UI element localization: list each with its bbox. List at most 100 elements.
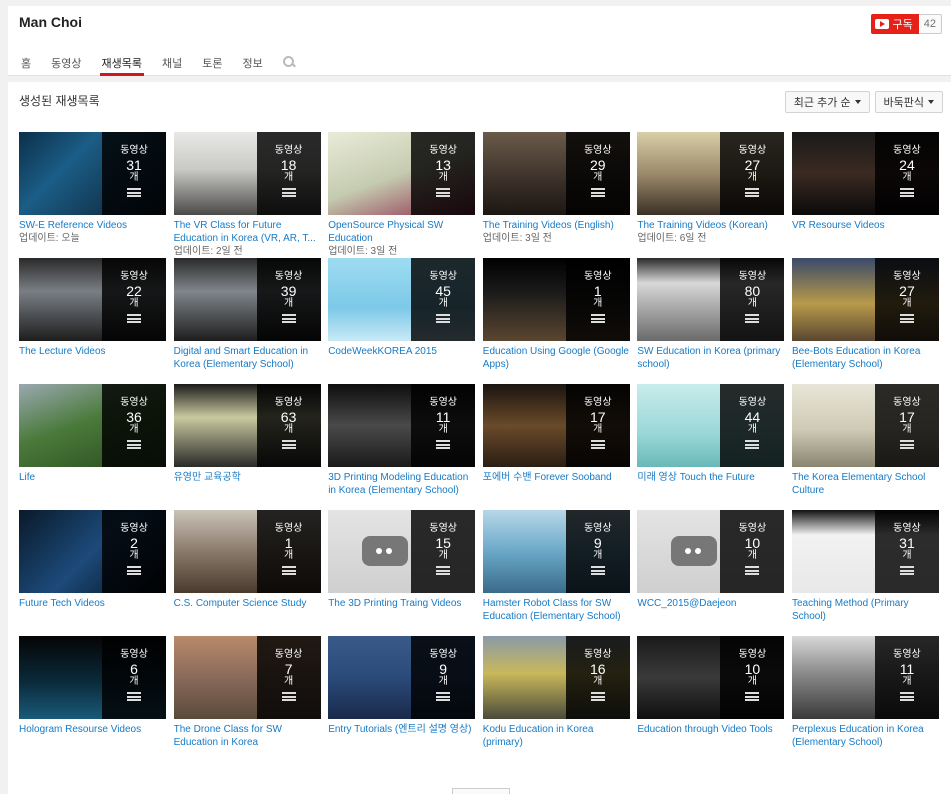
playlist-thumbnail[interactable]: 동영상 9 개: [482, 510, 630, 593]
playlist-card[interactable]: 동영상 1 개 C.S. Computer Science Study: [173, 510, 321, 636]
playlist-title[interactable]: The 3D Printing Traing Videos: [328, 597, 475, 610]
playlist-title[interactable]: 포에버 수밴 Forever Sooband: [483, 471, 630, 484]
playlist-title[interactable]: The Training Videos (Korean): [637, 219, 784, 232]
playlist-title[interactable]: Future Tech Videos: [19, 597, 166, 610]
playlist-thumbnail[interactable]: 동영상 10 개: [637, 636, 785, 719]
playlist-title[interactable]: The VR Class for Future Education in Kor…: [174, 219, 321, 245]
playlist-card[interactable]: 동영상 63 개유영만 교육공학: [173, 384, 321, 510]
playlist-thumbnail[interactable]: 동영상 24 개: [791, 132, 939, 215]
playlist-thumbnail[interactable]: 동영상 11 개: [791, 636, 939, 719]
playlist-card[interactable]: 동영상 10 개 Education through Video Tools: [637, 636, 785, 762]
playlist-card[interactable]: 동영상 39 개 Digital and Smart Education in Kor…: [173, 258, 321, 384]
playlist-card[interactable]: 동영상 18 개 The VR Class for Future Education …: [173, 132, 321, 258]
playlist-title[interactable]: Teaching Method (Primary School): [792, 597, 939, 623]
playlist-title[interactable]: Education Using Google (Google Apps): [483, 345, 630, 371]
tab-videos[interactable]: 동영상: [51, 53, 81, 75]
playlist-thumbnail[interactable]: 동영상 11 개: [328, 384, 476, 467]
playlist-title[interactable]: Education through Video Tools: [637, 723, 784, 736]
playlist-card[interactable]: 동영상 10 개 WCC_2015@Daejeon: [637, 510, 785, 636]
view-dropdown[interactable]: 바둑판식: [874, 91, 943, 113]
playlist-title[interactable]: Digital and Smart Education in Korea (El…: [174, 345, 321, 371]
playlist-card[interactable]: 동영상 44 개 미래 영상 Touch the Future: [637, 384, 785, 510]
playlist-thumbnail[interactable]: 동영상 36 개: [19, 384, 166, 467]
playlist-title[interactable]: CodeWeekKOREA 2015: [328, 345, 475, 358]
playlist-title[interactable]: OpenSource Physical SW Education: [328, 219, 475, 245]
playlist-title[interactable]: SW Education in Korea (primary school): [637, 345, 784, 371]
playlist-thumbnail[interactable]: 동영상 27 개: [637, 132, 785, 215]
playlist-thumbnail[interactable]: 동영상 2 개: [19, 510, 166, 593]
playlist-thumbnail[interactable]: 동영상 17 개: [791, 384, 939, 467]
tab-about[interactable]: 정보: [242, 53, 262, 75]
playlist-card[interactable]: 동영상 17 개포에버 수밴 Forever Sooband: [482, 384, 630, 510]
playlist-thumbnail[interactable]: 동영상 1 개: [173, 510, 321, 593]
tab-channels[interactable]: 채널: [162, 53, 182, 75]
playlist-thumbnail[interactable]: 동영상 18 개: [173, 132, 321, 215]
playlist-thumbnail[interactable]: 동영상 13 개: [328, 132, 476, 215]
playlist-title[interactable]: SW-E Reference Videos: [19, 219, 166, 232]
playlist-title[interactable]: Perplexus Education in Korea (Elementary…: [792, 723, 939, 749]
playlist-title[interactable]: The Training Videos (English): [483, 219, 630, 232]
playlist-card[interactable]: 동영상 11 개 Perplexus Education in Korea (Elem…: [791, 636, 939, 762]
playlist-thumbnail[interactable]: 동영상 27 개: [791, 258, 939, 341]
tab-playlists[interactable]: 재생목록: [99, 53, 145, 76]
subscribe-button[interactable]: 구독: [870, 14, 919, 34]
playlist-title[interactable]: The Drone Class for SW Education in Kore…: [174, 723, 321, 749]
playlist-card[interactable]: 동영상 45 개 CodeWeekKOREA 2015: [328, 258, 476, 384]
playlist-title[interactable]: WCC_2015@Daejeon: [637, 597, 784, 610]
playlist-thumbnail[interactable]: 동영상 31 개: [791, 510, 939, 593]
tab-home[interactable]: 홈: [21, 53, 31, 75]
playlist-card[interactable]: 동영상 16 개 Kodu Education in Korea (primary): [482, 636, 630, 762]
playlist-thumbnail[interactable]: 동영상 17 개: [482, 384, 630, 467]
channel-name[interactable]: Man Choi: [19, 14, 82, 30]
playlist-card[interactable]: 동영상 2 개 Future Tech Videos: [19, 510, 166, 636]
tab-discussion[interactable]: 토론: [202, 53, 222, 75]
load-more-button[interactable]: [452, 788, 510, 794]
playlist-thumbnail[interactable]: 동영상 45 개: [328, 258, 476, 341]
playlist-card[interactable]: 동영상 7 개 The Drone Class for SW Education in…: [173, 636, 321, 762]
playlist-card[interactable]: 동영상 27 개 Bee-Bots Education in Korea (Eleme…: [791, 258, 939, 384]
playlist-card[interactable]: 동영상 29 개 The Training Videos (English) 업데이트:…: [482, 132, 630, 258]
playlist-thumbnail[interactable]: 동영상 10 개: [637, 510, 785, 593]
playlist-card[interactable]: 동영상 11 개 3D Printing Modeling Education in …: [328, 384, 476, 510]
playlist-thumbnail[interactable]: 동영상 1 개: [482, 258, 630, 341]
playlist-title[interactable]: Entry Tutorials (엔트리 설명 영상): [328, 723, 475, 736]
sort-dropdown[interactable]: 최근 추가 순: [784, 91, 870, 113]
playlist-card[interactable]: 동영상 27 개 The Training Videos (Korean) 업데이트: …: [637, 132, 785, 258]
search-icon[interactable]: [282, 53, 295, 75]
playlist-thumbnail[interactable]: 동영상 6 개: [19, 636, 166, 719]
playlist-title[interactable]: Life: [19, 471, 166, 484]
playlist-card[interactable]: 동영상 6 개 Hologram Resourse Videos: [19, 636, 166, 762]
playlist-thumbnail[interactable]: 동영상 31 개: [19, 132, 166, 215]
playlist-thumbnail[interactable]: 동영상 7 개: [173, 636, 321, 719]
playlist-title[interactable]: Bee-Bots Education in Korea (Elementary …: [792, 345, 939, 371]
playlist-card[interactable]: 동영상 9 개 Hamster Robot Class for SW Educatio…: [482, 510, 630, 636]
playlist-title[interactable]: 유영만 교육공학: [174, 471, 321, 484]
playlist-card[interactable]: 동영상 80 개 SW Education in Korea (primary sch…: [637, 258, 785, 384]
playlist-thumbnail[interactable]: 동영상 15 개: [328, 510, 476, 593]
playlist-card[interactable]: 동영상 15 개 The 3D Printing Traing Videos: [328, 510, 476, 636]
playlist-thumbnail[interactable]: 동영상 63 개: [173, 384, 321, 467]
playlist-title[interactable]: Hamster Robot Class for SW Education (El…: [483, 597, 630, 623]
playlist-thumbnail[interactable]: 동영상 22 개: [19, 258, 166, 341]
playlist-card[interactable]: 동영상 1 개 Education Using Google (Google Apps…: [482, 258, 630, 384]
playlist-card[interactable]: 동영상 24 개 VR Resourse Videos: [791, 132, 939, 258]
playlist-title[interactable]: VR Resourse Videos: [792, 219, 939, 232]
playlist-card[interactable]: 동영상 13 개 OpenSource Physical SW Education 업데…: [328, 132, 476, 258]
playlist-title[interactable]: The Korea Elementary School Culture: [792, 471, 939, 497]
playlist-title[interactable]: 3D Printing Modeling Education in Korea …: [328, 471, 475, 497]
playlist-thumbnail[interactable]: 동영상 29 개: [482, 132, 630, 215]
playlist-thumbnail[interactable]: 동영상 80 개: [637, 258, 785, 341]
playlist-card[interactable]: 동영상 22 개 The Lecture Videos: [19, 258, 166, 384]
playlist-title[interactable]: 미래 영상 Touch the Future: [637, 471, 784, 484]
playlist-card[interactable]: 동영상 36 개 Life: [19, 384, 166, 510]
playlist-thumbnail[interactable]: 동영상 9 개: [328, 636, 476, 719]
playlist-card[interactable]: 동영상 31 개 Teaching Method (Primary School): [791, 510, 939, 636]
playlist-title[interactable]: Kodu Education in Korea (primary): [483, 723, 630, 749]
playlist-thumbnail[interactable]: 동영상 16 개: [482, 636, 630, 719]
playlist-card[interactable]: 동영상 9 개 Entry Tutorials (엔트리 설명 영상): [328, 636, 476, 762]
playlist-title[interactable]: Hologram Resourse Videos: [19, 723, 166, 736]
playlist-title[interactable]: C.S. Computer Science Study: [174, 597, 321, 610]
playlist-title[interactable]: The Lecture Videos: [19, 345, 166, 358]
playlist-card[interactable]: 동영상 31 개 SW-E Reference Videos 업데이트: 오늘: [19, 132, 166, 258]
playlist-card[interactable]: 동영상 17 개 The Korea Elementary School Cultur…: [791, 384, 939, 510]
